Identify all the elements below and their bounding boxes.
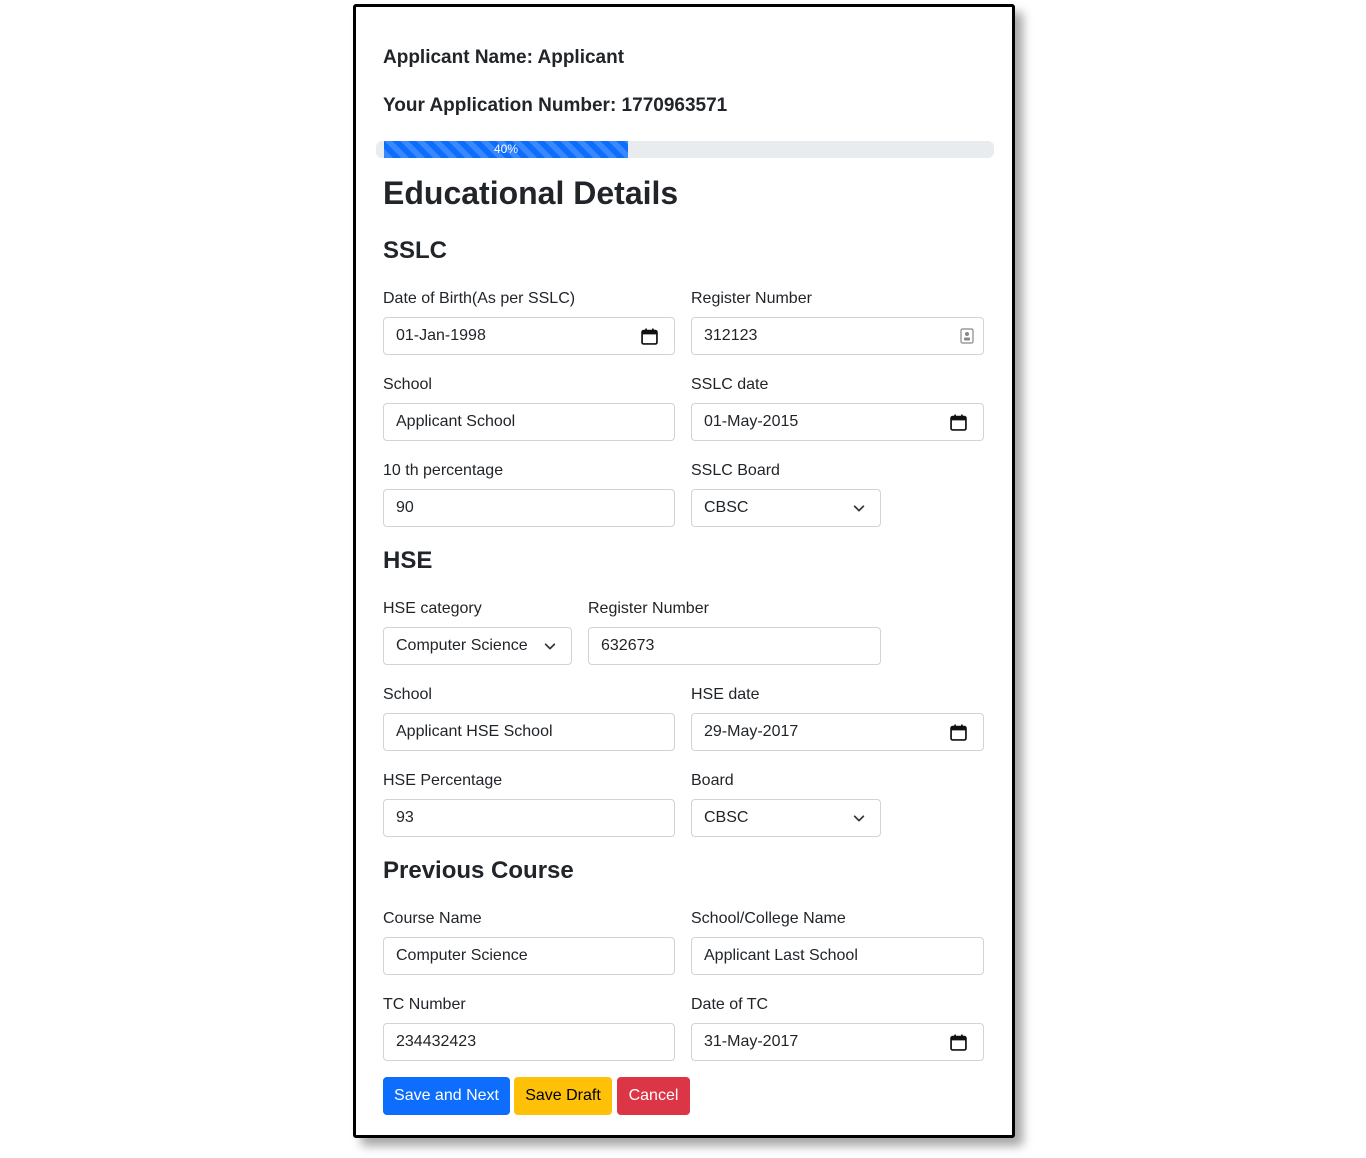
tc-date-input[interactable]: 31-May-2017 — [691, 1023, 984, 1061]
hse-date-label: HSE date — [691, 686, 760, 703]
hse-percentage-value: 93 — [396, 809, 414, 826]
hse-category-select[interactable]: Computer Science — [383, 627, 572, 665]
sslc-board-select[interactable]: CBSC — [691, 489, 881, 527]
sslc-register-label: Register Number — [691, 290, 812, 307]
sslc-school-input[interactable]: Applicant School — [383, 403, 675, 441]
hse-register-input[interactable]: 632673 — [588, 627, 881, 665]
hse-date-input[interactable]: 29-May-2017 — [691, 713, 984, 751]
tc-date-label: Date of TC — [691, 996, 769, 1013]
tc-number-label: TC Number — [383, 996, 466, 1013]
course-name-label: Course Name — [383, 910, 482, 927]
previous-course-heading: Previous Course — [383, 857, 574, 884]
application-number: Your Application Number: 1770963571 — [383, 95, 728, 116]
calendar-icon[interactable] — [641, 328, 658, 345]
hse-school-label: School — [383, 686, 432, 703]
contact-card-icon — [960, 328, 974, 344]
hse-heading: HSE — [383, 547, 433, 574]
sslc-school-label: School — [383, 376, 432, 393]
sslc-dob-input[interactable]: 01-Jan-1998 — [383, 317, 675, 355]
sslc-percentage-value: 90 — [396, 499, 414, 516]
hse-school-input[interactable]: Applicant HSE School — [383, 713, 675, 751]
sslc-register-input[interactable]: 312123 — [691, 317, 984, 355]
applicant-name: Applicant Name: Applicant — [383, 47, 625, 68]
hse-school-value: Applicant HSE School — [396, 723, 553, 740]
hse-percentage-label: HSE Percentage — [383, 772, 503, 789]
course-name-value: Computer Science — [396, 947, 528, 964]
sslc-date-value: 01-May-2015 — [704, 413, 799, 430]
hse-register-value: 632673 — [601, 637, 655, 654]
hse-category-value: Computer Science — [396, 637, 528, 654]
course-name-input[interactable]: Computer Science — [383, 937, 675, 975]
hse-category-label: HSE category — [383, 600, 482, 617]
college-name-label: School/College Name — [691, 910, 846, 927]
cancel-button[interactable]: Cancel — [617, 1077, 690, 1115]
tc-number-input[interactable]: 234432423 — [383, 1023, 675, 1061]
progress-bar-track: 40% — [376, 141, 994, 158]
sslc-board-value: CBSC — [704, 499, 749, 516]
sslc-dob-label: Date of Birth(As per SSLC) — [383, 290, 576, 307]
sslc-date-label: SSLC date — [691, 376, 769, 393]
sslc-board-label: SSLC Board — [691, 462, 780, 479]
hse-percentage-input[interactable]: 93 — [383, 799, 675, 837]
tc-number-value: 234432423 — [396, 1033, 477, 1050]
sslc-school-value: Applicant School — [396, 413, 516, 430]
calendar-icon[interactable] — [950, 414, 967, 431]
progress-bar-fill: 40% — [384, 141, 628, 158]
hse-board-label: Board — [691, 772, 734, 789]
save-and-next-button[interactable]: Save and Next — [383, 1077, 510, 1115]
sslc-register-value: 312123 — [704, 327, 758, 344]
chevron-down-icon — [853, 505, 865, 512]
application-form-card: Applicant Name: Applicant Your Applicati… — [353, 4, 1015, 1138]
sslc-percentage-input[interactable]: 90 — [383, 489, 675, 527]
college-name-input[interactable]: Applicant Last School — [691, 937, 984, 975]
save-draft-button[interactable]: Save Draft — [514, 1077, 612, 1115]
sslc-dob-value: 01-Jan-1998 — [396, 327, 486, 344]
calendar-icon[interactable] — [950, 1034, 967, 1051]
hse-board-select[interactable]: CBSC — [691, 799, 881, 837]
chevron-down-icon — [544, 643, 556, 650]
calendar-icon[interactable] — [950, 724, 967, 741]
college-name-value: Applicant Last School — [704, 947, 858, 964]
sslc-percentage-label: 10 th percentage — [383, 462, 504, 479]
chevron-down-icon — [853, 815, 865, 822]
sslc-heading: SSLC — [383, 237, 448, 264]
hse-register-label: Register Number — [588, 600, 709, 617]
sslc-date-input[interactable]: 01-May-2015 — [691, 403, 984, 441]
hse-board-value: CBSC — [704, 809, 749, 826]
page-title: Educational Details — [383, 175, 679, 211]
tc-date-value: 31-May-2017 — [704, 1033, 799, 1050]
hse-date-value: 29-May-2017 — [704, 723, 799, 740]
